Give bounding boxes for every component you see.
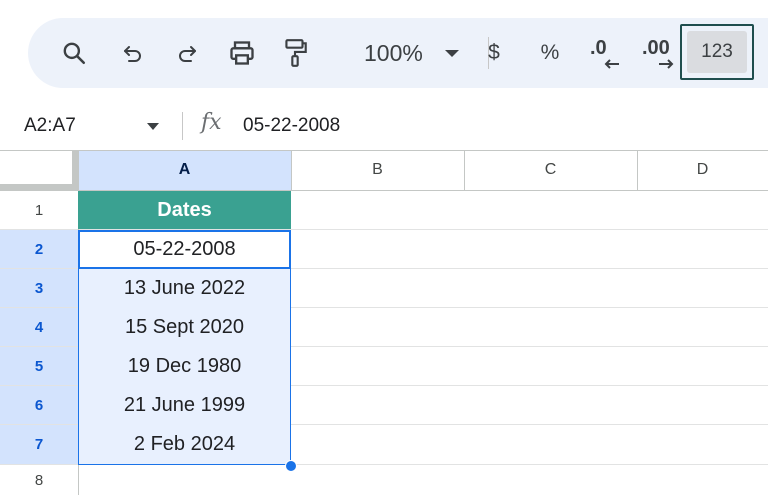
row-header-2[interactable]: 2 (0, 230, 78, 268)
more-formats-label: 123 (687, 31, 747, 73)
cell-a7[interactable]: 2 Feb 2024 (78, 425, 291, 464)
currency-button[interactable]: $ (484, 18, 504, 88)
search-button[interactable] (58, 18, 90, 88)
print-icon (230, 41, 254, 65)
paint-format-button[interactable] (280, 18, 310, 88)
increase-decimal-label: .00 (642, 37, 670, 59)
percent-button[interactable]: % (538, 18, 562, 88)
row-header-3[interactable]: 3 (0, 269, 78, 307)
toolbar: 100% $ % .0 .00 (28, 18, 768, 88)
print-button[interactable] (226, 18, 258, 88)
formula-bar-divider (182, 112, 183, 140)
grid-line (0, 150, 768, 151)
name-box[interactable]: A2:A7 (24, 104, 76, 148)
column-header-c[interactable]: C (464, 150, 637, 190)
row-header-6[interactable]: 6 (0, 386, 78, 424)
row-header-1[interactable]: 1 (0, 191, 78, 229)
arrow-right-icon (659, 59, 674, 69)
decrease-decimal-label: .0 (590, 37, 607, 59)
column-header-a[interactable]: A (78, 150, 291, 190)
row-header-8[interactable]: 8 (0, 465, 78, 495)
cell-a4[interactable]: 15 Sept 2020 (78, 308, 291, 347)
row-header-5[interactable]: 5 (0, 347, 78, 385)
chevron-down-icon (444, 49, 459, 57)
cell-a5[interactable]: 19 Dec 1980 (78, 347, 291, 386)
spreadsheet-grid: A B C D 1 2 3 4 5 6 7 8 Dates 05-22-2008… (0, 150, 768, 495)
arrow-left-icon (604, 59, 619, 69)
zoom-select[interactable]: 100% (364, 18, 459, 88)
redo-icon (179, 46, 196, 62)
cell-a2[interactable]: 05-22-2008 (78, 230, 291, 269)
cell-a6[interactable]: 21 June 1999 (78, 386, 291, 425)
increase-decimal-button[interactable]: .00 (642, 18, 676, 88)
grid-line (464, 150, 465, 190)
zoom-value: 100% (364, 39, 423, 66)
row-header-7[interactable]: 7 (0, 425, 78, 464)
chevron-down-icon[interactable] (147, 123, 159, 130)
cell-a3[interactable]: 13 June 2022 (78, 269, 291, 308)
undo-button[interactable] (118, 18, 148, 88)
redo-button[interactable] (172, 18, 202, 88)
column-header-d[interactable]: D (637, 150, 768, 190)
decrease-decimal-button[interactable]: .0 (588, 18, 622, 88)
search-icon (63, 42, 86, 65)
more-formats-button[interactable]: 123 (680, 24, 754, 80)
formula-input[interactable]: 05-22-2008 (243, 104, 340, 148)
paint-format-icon (285, 39, 307, 67)
row-header-4[interactable]: 4 (0, 308, 78, 346)
grid-line (637, 150, 638, 190)
cell-a1-header[interactable]: Dates (78, 191, 291, 229)
undo-icon (124, 46, 141, 62)
formula-bar: A2:A7 fx 05-22-2008 (0, 104, 768, 148)
fill-handle[interactable] (285, 460, 297, 472)
grid-line (291, 150, 292, 190)
fx-icon: fx (201, 110, 222, 135)
column-header-b[interactable]: B (291, 150, 464, 190)
